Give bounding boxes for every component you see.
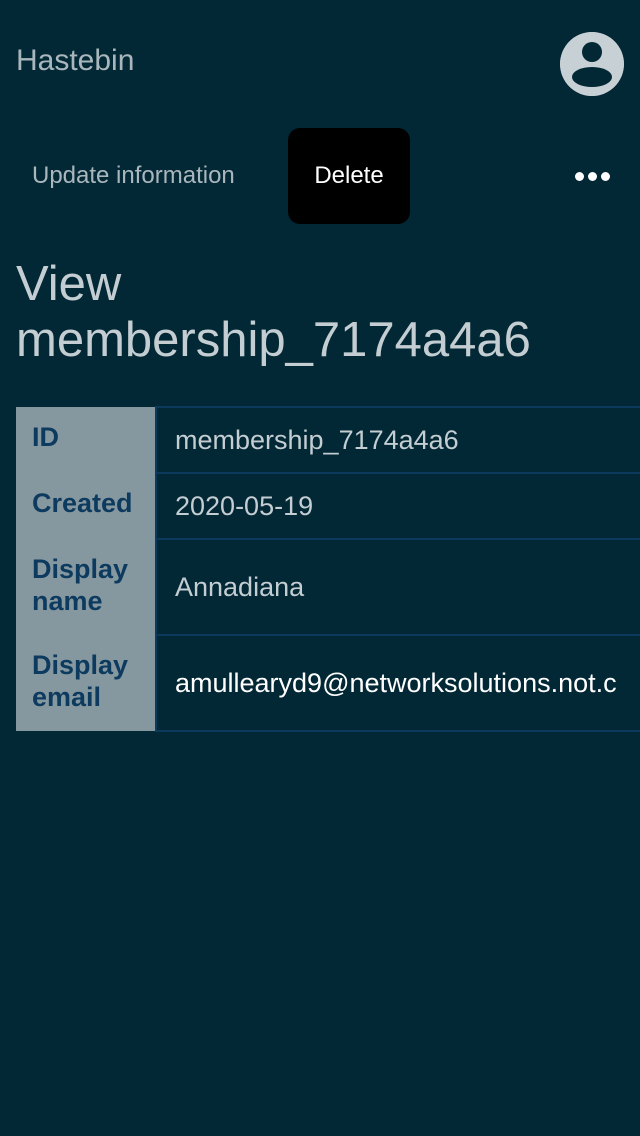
page: Hastebin Update information Delete View …	[0, 0, 640, 1136]
detail-row-display-email: Display email amullearyd9@networksolutio…	[16, 634, 640, 732]
detail-label: Display email	[16, 635, 157, 731]
action-toolbar: Update information Delete	[0, 128, 640, 224]
update-information-link[interactable]: Update information	[16, 128, 251, 224]
more-horizontal-icon	[573, 171, 612, 181]
detail-row-id: ID membership_7174a4a6	[16, 406, 640, 474]
detail-label: Display name	[16, 539, 157, 635]
app-title[interactable]: Hastebin	[16, 43, 134, 79]
delete-button[interactable]: Delete	[288, 128, 410, 224]
detail-label: ID	[16, 407, 157, 473]
membership-details-table: ID membership_7174a4a6 Created 2020-05-1…	[16, 406, 640, 732]
detail-row-display-name: Display name Annadiana	[16, 538, 640, 636]
page-title: View membership_7174a4a6	[16, 257, 531, 367]
user-avatar-button[interactable]	[560, 32, 624, 96]
more-options-button[interactable]	[560, 152, 624, 200]
user-circle-icon	[560, 32, 624, 96]
more-dot	[574, 171, 584, 181]
detail-label: Created	[16, 473, 157, 539]
more-dot	[587, 171, 597, 181]
detail-value: 2020-05-19	[156, 472, 640, 540]
detail-row-created: Created 2020-05-19	[16, 472, 640, 540]
more-dot	[600, 171, 610, 181]
detail-value: membership_7174a4a6	[156, 406, 640, 474]
detail-value-email-link[interactable]: amullearyd9@networksolutions.not.c	[156, 634, 640, 732]
detail-value: Annadiana	[156, 538, 640, 636]
app-header: Hastebin	[0, 0, 640, 124]
